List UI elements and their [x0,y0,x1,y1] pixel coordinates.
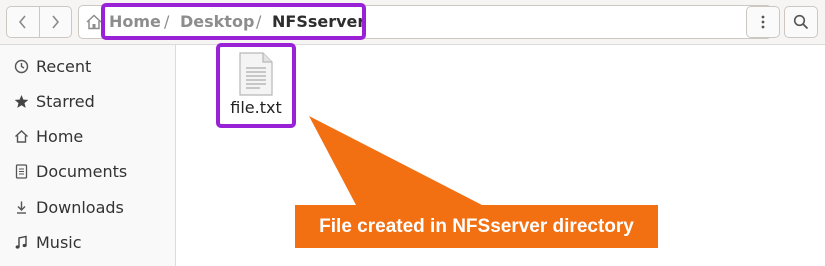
home-icon [86,14,102,30]
sidebar-item-label: Music [36,232,82,252]
sidebar-item-label: Home [36,126,84,146]
home-icon [13,128,29,144]
file-name: file.txt [230,98,282,117]
sidebar-item-label: Documents [36,161,128,181]
breadcrumb-separator: / [256,12,262,31]
annotation-callout: File created in NFSserver directory [295,205,658,248]
search-icon [793,14,809,30]
forward-button[interactable] [38,7,72,37]
sidebar-item-downloads[interactable]: Downloads [0,190,176,224]
breadcrumb-desktop[interactable]: Desktop [180,12,254,32]
file-item[interactable]: file.txt [220,46,292,126]
breadcrumb-nfsserver[interactable]: NFSserver [272,12,365,32]
breadcrumb-separator: / [164,12,170,31]
download-icon [13,199,29,215]
text-file-icon [239,52,273,96]
path-bar[interactable]: Home / Desktop / NFSserver [78,5,772,39]
sidebar-item-music[interactable]: Music [0,225,176,259]
navigation-buttons [6,6,72,38]
chevron-left-icon [18,15,26,29]
sidebar-item-recent[interactable]: Recent [0,49,176,83]
clock-icon [13,58,29,74]
sidebar-item-starred[interactable]: Starred [0,84,176,118]
sidebar-item-label: Recent [36,56,92,76]
sidebar-item-documents[interactable]: Documents [0,154,176,188]
music-icon [13,234,29,250]
header-bar: Home / Desktop / NFSserver [0,0,825,45]
sidebar: Recent Starred Home Documents Downloads … [0,45,176,266]
menu-button[interactable] [746,6,780,38]
sidebar-item-label: Starred [36,91,95,111]
star-icon [13,93,29,109]
sidebar-item-home[interactable]: Home [0,119,176,153]
back-button[interactable] [7,7,39,37]
sidebar-item-label: Downloads [36,197,124,217]
breadcrumb-home[interactable]: Home [109,12,161,32]
chevron-right-icon [52,15,60,29]
vertical-dots-icon [761,15,765,29]
document-icon [13,163,29,179]
search-button[interactable] [784,6,818,38]
